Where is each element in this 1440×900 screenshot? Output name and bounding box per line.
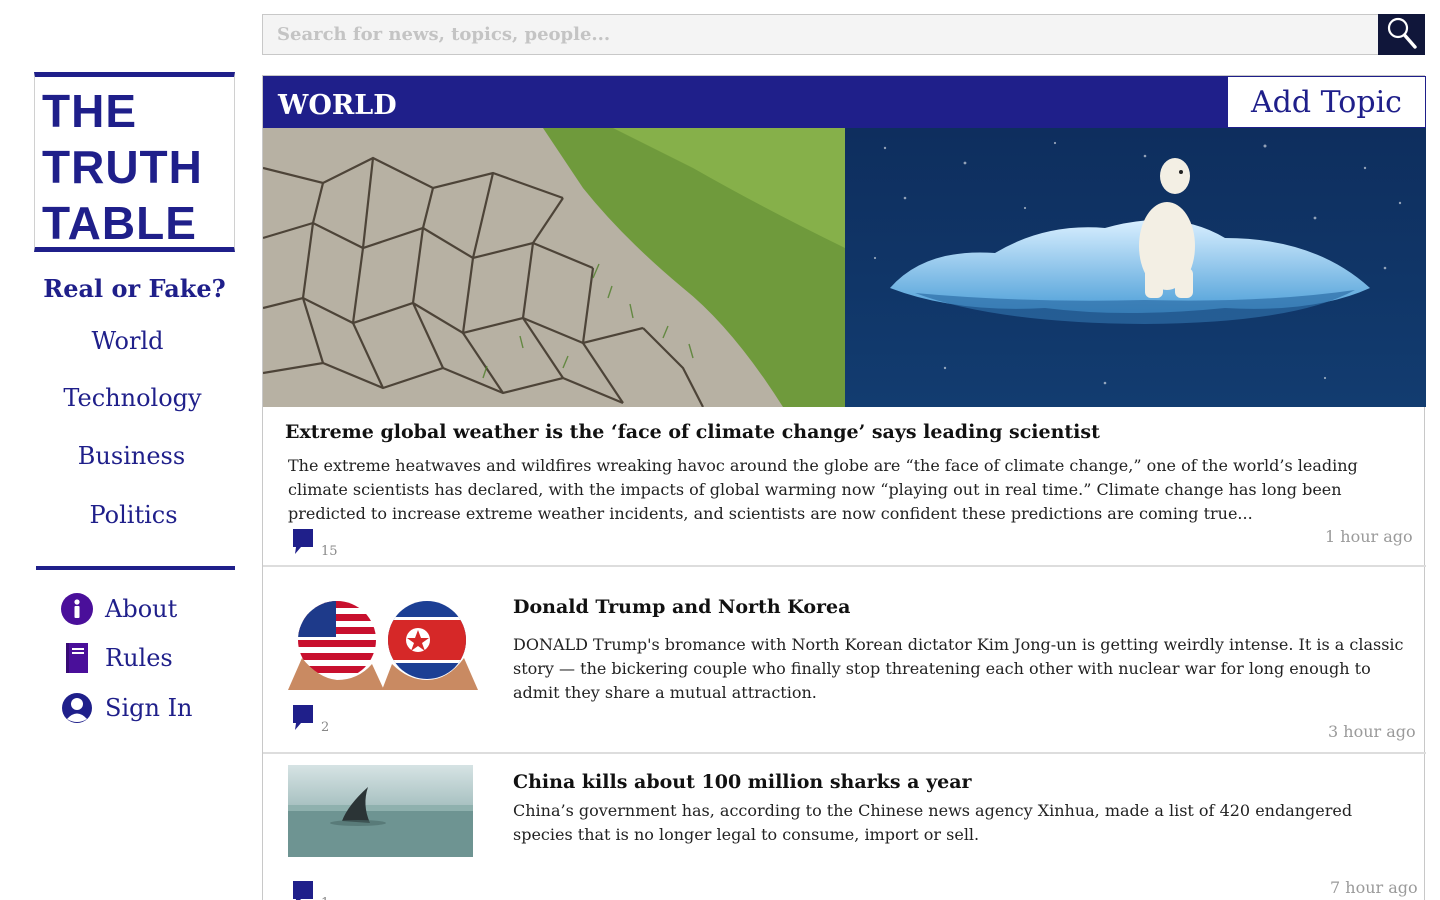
comment-count: 2 bbox=[321, 720, 330, 735]
user-icon bbox=[60, 691, 94, 725]
nav-item-business[interactable]: Business bbox=[31, 442, 232, 470]
article-headline[interactable]: China kills about 100 million sharks a y… bbox=[513, 771, 972, 793]
article-time: 1 hour ago bbox=[1325, 527, 1413, 546]
article-headline[interactable]: Donald Trump and North Korea bbox=[513, 596, 850, 618]
section-header: WORLD Add Topic bbox=[263, 76, 1426, 128]
section-title: WORLD bbox=[278, 90, 397, 121]
article-time: 7 hour ago bbox=[1330, 878, 1418, 897]
comment-button[interactable]: 1 bbox=[293, 881, 329, 900]
article-summary: China’s government has, according to the… bbox=[513, 801, 1353, 844]
article-headline[interactable]: Extreme global weather is the ‘face of c… bbox=[285, 421, 1100, 443]
comment-icon bbox=[293, 881, 313, 900]
article-summary: The extreme heatwaves and wildfires wrea… bbox=[288, 456, 1358, 523]
search-icon bbox=[1386, 16, 1418, 53]
article-time: 3 hour ago bbox=[1328, 722, 1416, 741]
search-button[interactable] bbox=[1378, 14, 1425, 55]
article-divider bbox=[263, 752, 1426, 754]
add-topic-button[interactable]: Add Topic bbox=[1227, 76, 1426, 128]
rules-label: Rules bbox=[105, 644, 173, 672]
article-thumbnail-shark[interactable] bbox=[288, 765, 473, 857]
article-thumbnail-flags[interactable] bbox=[288, 598, 478, 690]
nav-item-technology[interactable]: Technology bbox=[32, 384, 233, 412]
book-icon bbox=[60, 641, 94, 675]
comment-button[interactable]: 15 bbox=[293, 529, 338, 559]
comment-icon bbox=[293, 705, 313, 735]
nav-item-world[interactable]: World bbox=[27, 327, 228, 355]
about-link[interactable]: About bbox=[60, 592, 177, 626]
news-feed: WORLD Add Topic Extreme global weather i… bbox=[262, 75, 1426, 900]
info-icon bbox=[60, 592, 94, 626]
article-summary: DONALD Trump's bromance with North Korea… bbox=[513, 635, 1404, 702]
comment-icon bbox=[293, 529, 313, 559]
about-label: About bbox=[105, 595, 178, 623]
comment-button[interactable]: 2 bbox=[293, 705, 329, 735]
logo-line: TRUTH bbox=[42, 141, 203, 193]
logo-line: THE bbox=[42, 85, 137, 137]
tagline: Real or Fake? bbox=[43, 274, 226, 303]
comment-count: 1 bbox=[321, 896, 329, 900]
article-divider bbox=[263, 565, 1426, 567]
comment-count: 15 bbox=[321, 544, 338, 559]
sign-in-link[interactable]: Sign In bbox=[60, 691, 193, 725]
search-input[interactable] bbox=[262, 14, 1380, 55]
sign-in-label: Sign In bbox=[105, 694, 193, 722]
polar-bear-image bbox=[845, 128, 1426, 407]
article-hero-image[interactable] bbox=[263, 128, 1426, 407]
rules-link[interactable]: Rules bbox=[60, 641, 173, 675]
cracked-earth-image bbox=[263, 128, 845, 407]
sidebar-divider bbox=[36, 566, 235, 570]
nav-item-politics[interactable]: Politics bbox=[33, 501, 234, 529]
logo-line: TABLE bbox=[42, 197, 197, 249]
site-logo[interactable]: THE TRUTH TABLE bbox=[34, 72, 235, 252]
